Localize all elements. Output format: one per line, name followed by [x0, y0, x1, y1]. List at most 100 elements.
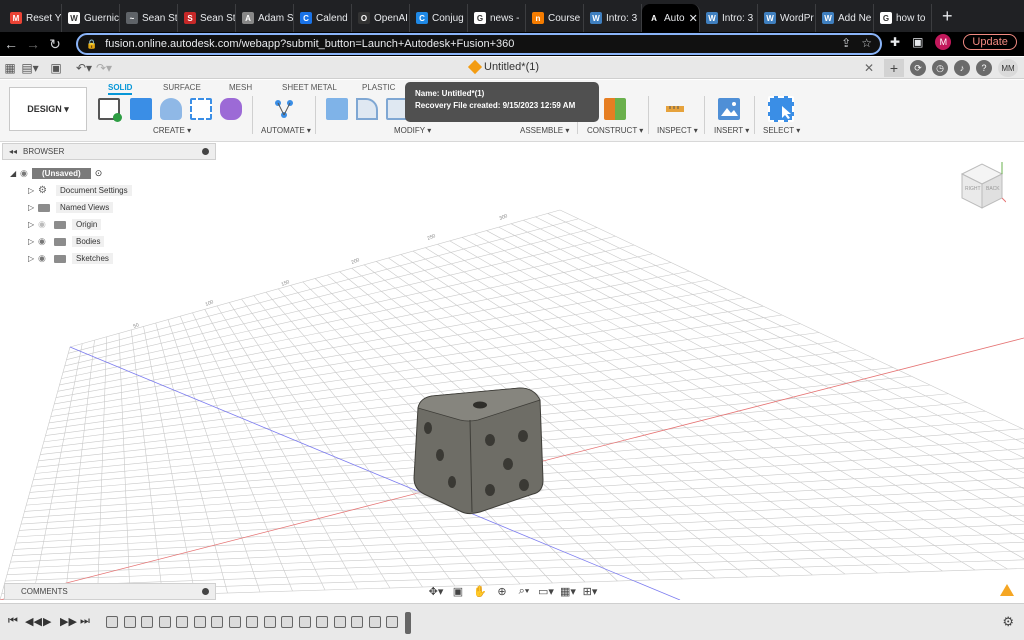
timeline-feature-icon[interactable]	[106, 616, 118, 628]
timeline-feature-icon[interactable]	[123, 616, 136, 628]
notifications-bell-icon[interactable]: ♪	[954, 60, 970, 76]
close-tab-icon[interactable]: ✕	[864, 61, 874, 75]
dice-body[interactable]	[412, 387, 545, 515]
timeline-feature-icon[interactable]	[141, 616, 153, 628]
step-forward-icon[interactable]: ▶▶	[60, 615, 77, 628]
browser-tab[interactable]: Ghow to	[874, 4, 932, 32]
data-panel-grid-icon[interactable]: ▦	[0, 61, 20, 75]
panel-pin-icon[interactable]	[202, 148, 209, 155]
browser-tab[interactable]: O OpenAI	[352, 4, 410, 32]
revolve-icon[interactable]	[160, 98, 182, 120]
browser-tab[interactable]: W Guernic	[62, 4, 120, 32]
visibility-eye-icon[interactable]: ◉	[38, 219, 50, 230]
tab-solid[interactable]: SOLID	[108, 83, 133, 95]
select-menu[interactable]: SELECT ▾	[763, 126, 800, 135]
construct-plane-icon[interactable]	[604, 98, 626, 120]
tree-item-named-views[interactable]: ▷ Named Views	[10, 199, 132, 216]
display-settings-icon[interactable]: ▭▾	[538, 585, 554, 598]
tree-item-origin[interactable]: ▷ ◉ Origin	[10, 216, 132, 233]
look-at-icon[interactable]: ▣	[450, 585, 466, 598]
timeline-feature-icon[interactable]	[228, 616, 241, 628]
tree-item-bodies[interactable]: ▷ ◉ Bodies	[10, 233, 132, 250]
create-sketch-icon[interactable]	[98, 98, 122, 122]
close-tab-icon[interactable]: ✕	[689, 12, 698, 25]
expand-triangle-icon[interactable]: ◢	[10, 169, 20, 178]
undo-icon[interactable]: ↶▾	[74, 61, 94, 75]
step-back-icon[interactable]: ◀◀	[25, 615, 42, 628]
timeline-feature-icon[interactable]	[246, 616, 258, 628]
browser-tab[interactable]: C Calend	[294, 4, 352, 32]
file-menu-icon[interactable]: ▤▾	[20, 61, 40, 75]
root-component-label[interactable]: (Unsaved)	[32, 168, 91, 179]
workspace-switcher-button[interactable]: DESIGN ▾	[9, 87, 87, 131]
form-icon[interactable]	[220, 98, 242, 120]
timeline-feature-icon[interactable]	[298, 616, 311, 628]
browser-tab[interactable]: n Course	[526, 4, 584, 32]
browser-tab[interactable]: ~ Sean St	[120, 4, 178, 32]
tree-item-document-settings[interactable]: ▷ ⚙ Document Settings	[10, 182, 132, 199]
extensions-icon[interactable]: ✚	[890, 35, 900, 49]
browser-tab[interactable]: W WordPr	[758, 4, 816, 32]
timeline-feature-icon[interactable]	[281, 616, 293, 628]
extrude-icon[interactable]	[130, 98, 152, 120]
tree-item-sketches[interactable]: ▷ ◉ Sketches	[10, 250, 132, 267]
help-icon[interactable]: ?	[976, 60, 992, 76]
visibility-eye-icon[interactable]: ◉	[38, 236, 50, 247]
browser-tab[interactable]: M Reset Y	[4, 4, 62, 32]
timeline-feature-icon[interactable]	[333, 616, 346, 628]
warning-icon[interactable]	[1000, 584, 1014, 596]
select-cursor-icon[interactable]	[768, 96, 794, 122]
zoom-window-icon[interactable]: ⊕	[494, 585, 510, 598]
measure-icon[interactable]	[664, 98, 686, 120]
timeline-marker[interactable]	[405, 612, 411, 634]
create-menu[interactable]: CREATE ▾	[153, 126, 191, 135]
timeline-feature-icon[interactable]	[211, 616, 223, 628]
3d-viewport[interactable]: 250 200 150 100 50 300	[0, 160, 1024, 600]
new-tab-plus-icon[interactable]: +	[884, 59, 904, 77]
browser-tab[interactable]: W Intro: 3	[584, 4, 642, 32]
timeline-feature-icon[interactable]	[351, 616, 363, 628]
visibility-eye-icon[interactable]: ◉	[38, 253, 50, 264]
viewcube[interactable]: RIGHT BACK	[958, 162, 1007, 210]
forward-arrow-icon[interactable]: →	[22, 36, 44, 52]
insert-image-icon[interactable]	[718, 98, 740, 120]
expand-triangle-icon[interactable]: ▷	[28, 203, 38, 212]
back-arrow-icon[interactable]: ←	[0, 36, 22, 52]
timeline-feature-icon[interactable]	[368, 616, 381, 628]
pattern-icon[interactable]	[190, 98, 212, 120]
press-pull-icon[interactable]	[326, 98, 348, 120]
collapse-arrows-icon[interactable]: ◂◂	[9, 147, 17, 156]
bookmark-star-icon[interactable]: ☆	[861, 36, 872, 50]
browser-tab[interactable]: W Add Ne	[816, 4, 874, 32]
automate-menu[interactable]: AUTOMATE ▾	[261, 126, 311, 135]
browser-tab[interactable]: Gnews -	[468, 4, 526, 32]
browser-tab[interactable]: W Intro: 3	[700, 4, 758, 32]
fillet-icon[interactable]	[356, 98, 378, 120]
browser-panel-header[interactable]: ◂◂ BROWSER	[2, 143, 216, 160]
expand-triangle-icon[interactable]: ▷	[28, 220, 38, 229]
update-button[interactable]: Update	[963, 34, 1017, 50]
insert-menu[interactable]: INSERT ▾	[714, 126, 749, 135]
expand-triangle-icon[interactable]: ▷	[28, 254, 38, 263]
play-icon[interactable]: ▶	[43, 615, 51, 628]
tab-sheet-metal[interactable]: SHEET METAL	[282, 83, 337, 92]
comments-panel-header[interactable]: COMMENTS	[4, 583, 216, 600]
tree-root[interactable]: ◢ ◉ (Unsaved) ⊙	[10, 165, 132, 182]
go-to-start-icon[interactable]: ⏮	[8, 615, 18, 628]
browser-tab[interactable]: A Adam S	[236, 4, 294, 32]
construct-menu[interactable]: CONSTRUCT ▾	[587, 126, 643, 135]
expand-triangle-icon[interactable]: ▷	[28, 186, 38, 195]
timeline-feature-icon[interactable]	[158, 616, 171, 628]
viewports-icon[interactable]: ⊞▾	[582, 585, 598, 598]
add-comment-icon[interactable]	[202, 588, 209, 595]
modify-menu[interactable]: MODIFY ▾	[394, 126, 431, 135]
visibility-eye-icon[interactable]: ◉	[20, 168, 32, 179]
timeline-feature-icon[interactable]	[176, 616, 188, 628]
tab-plastic[interactable]: PLASTIC	[362, 83, 395, 92]
save-icon[interactable]: ▣	[46, 61, 66, 75]
reload-icon[interactable]: ↻	[44, 36, 66, 53]
timeline-feature-icon[interactable]	[263, 616, 276, 628]
browser-tab[interactable]: A Auto ✕	[642, 4, 700, 32]
extensions-icon[interactable]: ⟳	[910, 60, 926, 76]
timeline-settings-gear-icon[interactable]: ⚙	[1002, 614, 1014, 630]
